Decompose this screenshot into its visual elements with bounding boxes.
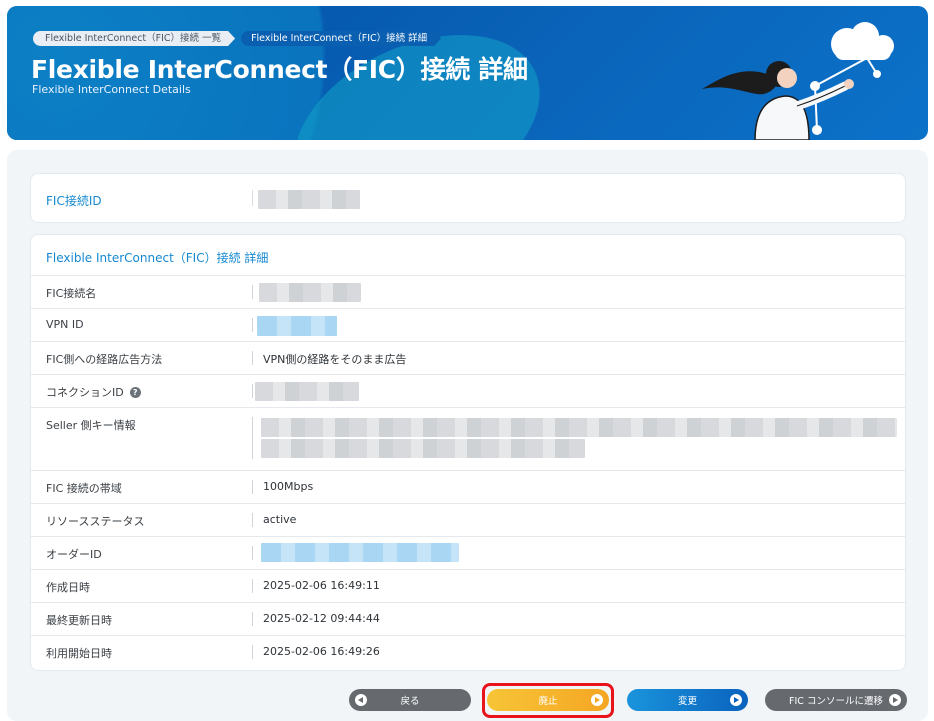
detail-table: FIC接続名 VPN ID FIC側への経路広告方法 VPN側の経路をそのまま広… <box>31 275 905 668</box>
row-label: VPN ID <box>46 318 84 331</box>
page-header: Flexible InterConnect（FIC）接続 一覧 Flexible… <box>7 6 928 140</box>
fic-console-button-label: FIC コンソールに遷移 <box>789 696 883 707</box>
back-button-label: 戻る <box>400 696 420 707</box>
divider <box>252 645 253 659</box>
divider <box>252 417 253 459</box>
seller-key-redacted <box>261 418 897 437</box>
divider <box>252 513 253 527</box>
divider <box>252 546 253 560</box>
arrow-left-icon <box>355 694 367 706</box>
divider <box>252 612 253 626</box>
arrow-right-icon <box>591 694 603 706</box>
row-label: オーダーID <box>46 548 102 561</box>
fic-id-label: FIC接続ID <box>46 194 102 208</box>
vpn-id-link-redacted[interactable] <box>257 316 337 336</box>
row-value: active <box>263 513 297 526</box>
change-button[interactable]: 変更 <box>627 689 748 711</box>
divider <box>252 480 253 494</box>
page-title: Flexible InterConnect（FIC）接続 詳細 <box>31 55 528 84</box>
table-row: FIC 接続の帯域 100Mbps <box>31 470 905 503</box>
delete-button[interactable]: 廃止 <box>487 689 609 711</box>
row-label: FIC 接続の帯域 <box>46 482 122 495</box>
fic-id-value-redacted <box>258 190 360 209</box>
page-subtitle: Flexible InterConnect Details <box>32 83 191 96</box>
row-label: Seller 側キー情報 <box>46 419 136 432</box>
divider <box>252 351 253 365</box>
table-row: 最終更新日時 2025-02-12 09:44:44 <box>31 602 905 635</box>
row-value: VPN側の経路をそのまま広告 <box>263 353 407 366</box>
seller-key-redacted <box>261 439 585 458</box>
arrow-right-icon <box>730 694 742 706</box>
table-row: 利用開始日時 2025-02-06 16:49:26 <box>31 635 905 668</box>
header-illustration <box>702 22 894 140</box>
order-id-link-redacted[interactable] <box>261 543 459 562</box>
divider <box>252 318 253 332</box>
divider <box>252 285 253 299</box>
row-value: 2025-02-06 16:49:26 <box>263 645 380 658</box>
row-value: 2025-02-06 16:49:11 <box>263 579 380 592</box>
table-row: リソースステータス active <box>31 503 905 536</box>
row-label-text: コネクションID <box>46 386 124 399</box>
fic-console-button[interactable]: FIC コンソールに遷移 <box>765 689 907 711</box>
help-icon[interactable]: ? <box>129 386 141 398</box>
table-row: 作成日時 2025-02-06 16:49:11 <box>31 569 905 602</box>
arrow-right-icon <box>889 694 901 706</box>
divider <box>252 579 253 593</box>
fic-name-redacted <box>259 283 361 302</box>
row-label: 最終更新日時 <box>46 614 112 627</box>
table-row: FIC接続名 <box>31 275 905 308</box>
back-button[interactable]: 戻る <box>349 689 471 711</box>
row-label: コネクションID ? <box>46 384 141 400</box>
delete-button-label: 廃止 <box>538 696 558 707</box>
row-value: 2025-02-12 09:44:44 <box>263 612 380 625</box>
breadcrumb: Flexible InterConnect（FIC）接続 一覧 Flexible… <box>33 31 441 46</box>
divider <box>252 384 253 398</box>
table-row: FIC側への経路広告方法 VPN側の経路をそのまま広告 <box>31 341 905 374</box>
detail-panel-title: Flexible InterConnect（FIC）接続 詳細 <box>46 251 269 265</box>
row-value: 100Mbps <box>263 480 314 493</box>
breadcrumb-fic-list[interactable]: Flexible InterConnect（FIC）接続 一覧 <box>33 31 235 46</box>
connection-id-redacted <box>255 382 359 401</box>
row-label: 作成日時 <box>46 581 90 594</box>
row-label: FIC側への経路広告方法 <box>46 353 163 366</box>
table-row: Seller 側キー情報 <box>31 407 905 470</box>
row-label: 利用開始日時 <box>46 647 112 660</box>
divider <box>252 190 253 206</box>
table-row: オーダーID <box>31 536 905 569</box>
table-row: コネクションID ? <box>31 374 905 407</box>
breadcrumb-current: Flexible InterConnect（FIC）接続 詳細 <box>241 31 441 46</box>
table-row: VPN ID <box>31 308 905 341</box>
fic-id-panel: FIC接続ID <box>30 173 906 223</box>
row-label: FIC接続名 <box>46 287 97 300</box>
change-button-label: 変更 <box>677 696 697 707</box>
row-label: リソースステータス <box>46 515 145 528</box>
detail-panel: Flexible InterConnect（FIC）接続 詳細 FIC接続名 V… <box>30 234 906 671</box>
